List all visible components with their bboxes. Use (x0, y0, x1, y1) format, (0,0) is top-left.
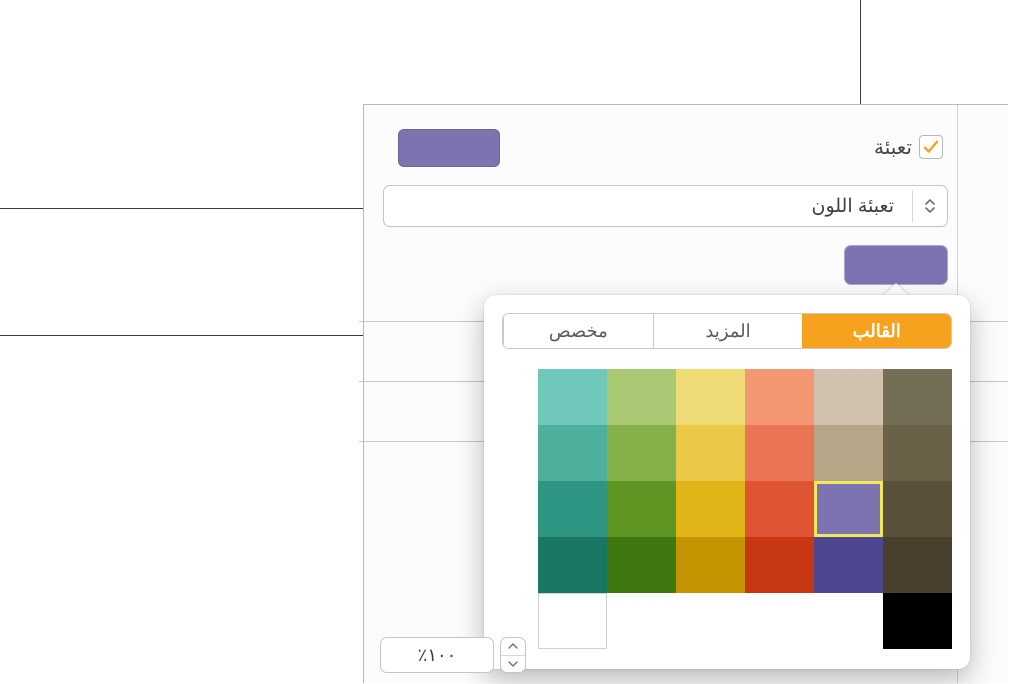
color-swatch[interactable] (538, 481, 607, 537)
fill-current-swatch[interactable] (398, 129, 500, 167)
tab-custom[interactable]: مخصص (503, 314, 653, 348)
color-swatch[interactable] (814, 369, 883, 425)
color-swatch[interactable] (883, 481, 952, 537)
color-swatch[interactable] (607, 481, 676, 537)
color-swatch[interactable] (607, 537, 676, 593)
color-palette (538, 369, 952, 593)
opacity-row: ١٠٠٪ (380, 637, 526, 673)
chevron-up-icon (501, 638, 525, 655)
color-swatch[interactable] (538, 425, 607, 481)
color-swatch[interactable] (883, 425, 952, 481)
color-swatch[interactable] (814, 537, 883, 593)
color-swatch[interactable] (607, 425, 676, 481)
color-well[interactable] (844, 245, 948, 285)
callout-leader (860, 0, 861, 104)
fill-type-dropdown[interactable]: تعبئة اللون (383, 185, 948, 227)
bw-row (538, 593, 952, 649)
color-swatch[interactable] (814, 481, 883, 537)
opacity-stepper[interactable] (500, 637, 526, 673)
color-swatch[interactable] (676, 481, 745, 537)
color-swatch[interactable] (745, 369, 814, 425)
color-swatch[interactable] (883, 369, 952, 425)
color-swatch[interactable] (745, 481, 814, 537)
fill-label: تعبئة (874, 135, 912, 160)
fill-type-value: تعبئة اللون (384, 195, 894, 218)
color-popover: القالب المزيد مخصص (484, 295, 970, 669)
color-swatch[interactable] (745, 425, 814, 481)
chevron-updown-icon (913, 198, 947, 214)
callout-leader (0, 208, 382, 209)
color-swatch[interactable] (538, 593, 607, 649)
check-icon (922, 138, 940, 156)
divider (912, 190, 913, 222)
color-swatch[interactable] (745, 537, 814, 593)
color-swatch[interactable] (883, 537, 952, 593)
color-swatch[interactable] (607, 369, 676, 425)
fill-checkbox[interactable] (919, 135, 943, 159)
fill-row: تعبئة (364, 129, 1008, 173)
color-swatch[interactable] (814, 425, 883, 481)
color-swatch[interactable] (676, 425, 745, 481)
color-swatch[interactable] (883, 593, 952, 649)
tab-template[interactable]: القالب (802, 314, 951, 348)
chevron-down-icon (501, 656, 525, 673)
opacity-field[interactable]: ١٠٠٪ (380, 637, 494, 673)
popover-tabs: القالب المزيد مخصص (502, 313, 952, 349)
color-swatch[interactable] (676, 369, 745, 425)
format-panel: تعبئة تعبئة اللون القالب المزيد مخصص (363, 104, 1008, 683)
color-swatch[interactable] (538, 537, 607, 593)
tab-more[interactable]: المزيد (653, 314, 803, 348)
color-swatch[interactable] (676, 537, 745, 593)
color-swatch[interactable] (538, 369, 607, 425)
